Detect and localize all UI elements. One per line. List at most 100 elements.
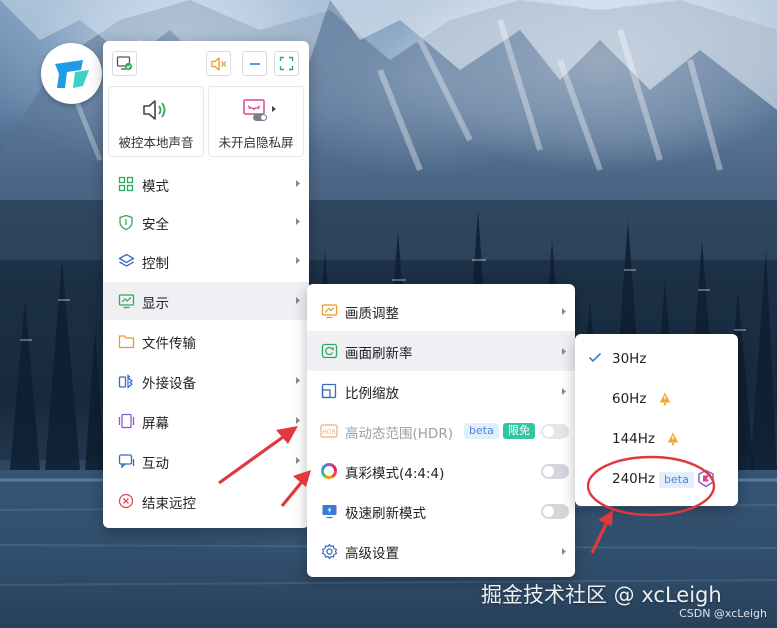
- app-logo-icon: [54, 59, 89, 88]
- submenu-item-true-color[interactable]: 真彩模式(4:4:4): [307, 451, 575, 491]
- menu-label: 控制: [142, 256, 169, 272]
- bluetooth-device-icon: [117, 372, 135, 390]
- image-quality-icon: [320, 302, 338, 320]
- menu-label: 结束远控: [142, 496, 196, 512]
- gear-icon: [320, 542, 338, 560]
- color-wheel-icon: [320, 462, 338, 480]
- refresh-option-30hz[interactable]: 30Hz: [575, 339, 738, 379]
- refresh-option-240hz[interactable]: 240Hz beta: [575, 459, 738, 499]
- layers-icon: [117, 252, 135, 270]
- monitor-bolt-icon: [320, 502, 338, 520]
- chevron-right-icon: [562, 348, 566, 355]
- menu-label: 互动: [142, 456, 169, 472]
- sound-muted-icon: [210, 56, 226, 71]
- mute-button[interactable]: [206, 51, 231, 76]
- todesk-logo[interactable]: [41, 43, 102, 104]
- refresh-option-label: 30Hz: [612, 351, 647, 367]
- refresh-option-label: 144Hz: [612, 431, 656, 447]
- true-color-toggle[interactable]: [541, 464, 569, 479]
- menu-label: 文件传输: [142, 336, 196, 352]
- menu-item-screen[interactable]: 屏幕: [103, 402, 309, 440]
- submenu-item-scale[interactable]: 比例缩放: [307, 371, 575, 411]
- chevron-right-icon: [562, 388, 566, 395]
- display-submenu: 画质调整 画面刷新率 比例缩放 HDR 高动态范围(HDR) beta 限免 真…: [307, 284, 575, 577]
- submenu-item-advanced-settings[interactable]: 高级设置: [307, 531, 575, 571]
- refresh-option-label: 240Hz: [612, 471, 656, 487]
- premium-shield-icon: [698, 469, 714, 488]
- chevron-right-icon: [296, 377, 300, 384]
- privacy-screen-label: 未开启隐私屏: [218, 135, 294, 150]
- chevron-right-icon: [296, 180, 300, 187]
- chevron-right-icon: [296, 218, 300, 225]
- submenu-label: 高动态范围(HDR): [345, 426, 453, 442]
- watermark-main: 掘金技术社区 @ xcLeigh: [481, 583, 722, 607]
- menu-item-interaction[interactable]: 互动: [103, 442, 309, 480]
- grid-icon: [117, 175, 135, 193]
- hdr-icon: HDR: [320, 422, 338, 440]
- submenu-label: 画面刷新率: [345, 346, 413, 362]
- minimize-icon: [249, 62, 260, 65]
- submenu-label: 比例缩放: [345, 386, 399, 402]
- speaker-icon: [143, 100, 166, 120]
- display-icon: [117, 292, 135, 310]
- refresh-rate-menu: 30Hz 60Hz 144Hz 240Hz beta: [575, 334, 738, 506]
- refresh-option-60hz[interactable]: 60Hz: [575, 379, 738, 419]
- submenu-item-hdr[interactable]: HDR 高动态范围(HDR) beta 限免: [307, 411, 575, 451]
- menu-item-file-transfer[interactable]: 文件传输: [103, 322, 309, 360]
- menu-label: 外接设备: [142, 376, 196, 392]
- submenu-label: 真彩模式(4:4:4): [345, 466, 445, 482]
- menu-item-mode[interactable]: 模式: [103, 165, 309, 203]
- chevron-right-icon: [296, 417, 300, 424]
- monitor-status-button[interactable]: [112, 51, 137, 76]
- monitor-check-icon: [116, 56, 133, 71]
- local-sound-label: 被控本地声音: [118, 135, 194, 150]
- menu-label: 屏幕: [142, 416, 169, 432]
- submenu-item-refresh-rate[interactable]: 画面刷新率: [307, 331, 575, 371]
- menu-label: 模式: [142, 179, 169, 195]
- menu-item-security[interactable]: 安全: [103, 203, 309, 241]
- submenu-label: 画质调整: [345, 306, 399, 322]
- menu-label: 安全: [142, 217, 169, 233]
- beta-badge: beta: [464, 423, 499, 439]
- menu-item-control[interactable]: 控制: [103, 242, 309, 280]
- scale-icon: [320, 382, 338, 400]
- chevron-right-icon: [296, 257, 300, 264]
- fullscreen-button[interactable]: [274, 51, 299, 76]
- chat-icon: [117, 452, 135, 470]
- free-badge: 限免: [503, 423, 535, 439]
- chevron-right-icon: [296, 297, 300, 304]
- remote-control-panel: 被控本地声音 未开启隐私屏 模式 安全 控制 显示 文件传输 外接设备 屏幕 互…: [103, 41, 309, 528]
- privacy-expand-icon[interactable]: [271, 105, 277, 113]
- menu-item-end-remote[interactable]: 结束远控: [103, 482, 309, 520]
- screen-icon: [117, 412, 135, 430]
- hdr-toggle[interactable]: [541, 424, 569, 439]
- minimize-button[interactable]: [242, 51, 267, 76]
- local-sound-card[interactable]: 被控本地声音: [108, 86, 204, 157]
- fullscreen-icon: [279, 56, 294, 71]
- chevron-right-icon: [562, 308, 566, 315]
- privacy-screen-card[interactable]: 未开启隐私屏: [208, 86, 304, 157]
- privacy-screen-icon: [243, 99, 267, 121]
- folder-icon: [117, 332, 135, 350]
- warning-bell-icon: [667, 432, 679, 446]
- submenu-label: 极速刷新模式: [345, 506, 426, 522]
- menu-item-display[interactable]: 显示: [103, 282, 309, 320]
- svg-text:HDR: HDR: [322, 429, 335, 436]
- warning-bell-icon: [659, 392, 671, 406]
- submenu-item-fast-refresh[interactable]: 极速刷新模式: [307, 491, 575, 531]
- refresh-option-144hz[interactable]: 144Hz: [575, 419, 738, 459]
- fast-refresh-toggle[interactable]: [541, 504, 569, 519]
- submenu-item-image-quality[interactable]: 画质调整: [307, 291, 575, 331]
- watermark-small: CSDN @xcLeigh: [679, 607, 767, 620]
- menu-item-external-devices[interactable]: 外接设备: [103, 362, 309, 400]
- chevron-right-icon: [296, 457, 300, 464]
- checkmark-icon: [588, 352, 602, 363]
- beta-badge: beta: [659, 472, 694, 488]
- shield-icon: [117, 213, 135, 231]
- refresh-icon: [320, 342, 338, 360]
- chevron-right-icon: [562, 548, 566, 555]
- close-circle-icon: [117, 492, 135, 510]
- refresh-option-label: 60Hz: [612, 391, 647, 407]
- submenu-label: 高级设置: [345, 546, 399, 562]
- menu-label: 显示: [142, 296, 169, 312]
